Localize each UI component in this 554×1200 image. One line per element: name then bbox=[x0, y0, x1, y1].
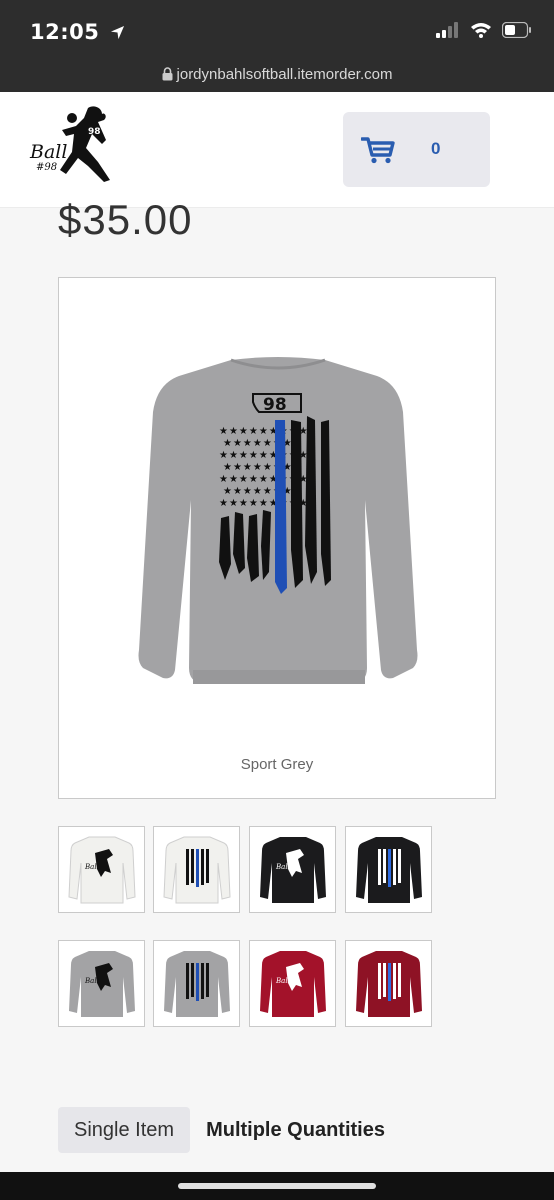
clock: 12:05 bbox=[30, 20, 100, 44]
logo-text: Ball bbox=[29, 141, 67, 163]
home-indicator[interactable] bbox=[178, 1183, 376, 1189]
sweatshirt-black-pitcher-image: Ball bbox=[260, 837, 326, 903]
cart-button[interactable]: 0 bbox=[343, 112, 490, 187]
sweatshirt-grey-pitcher-image: Ball bbox=[69, 951, 135, 1017]
sweatshirt-grey-flag-image bbox=[164, 951, 230, 1017]
signal-icon bbox=[436, 22, 458, 38]
svg-text:★★★★★★★★: ★★★★★★★★ bbox=[223, 438, 303, 449]
svg-text:Ball: Ball bbox=[275, 863, 290, 871]
multiple-quantities-button[interactable]: Multiple Quantities bbox=[190, 1107, 401, 1153]
cart-count: 0 bbox=[431, 139, 441, 158]
selected-color-caption: Sport Grey bbox=[240, 756, 314, 773]
thumbnail-cardinal-flag[interactable] bbox=[345, 940, 432, 1027]
product-image: 98 ★★★★★★★★★ ★★★★★★★★ ★★★★★★★★★ ★★★★★★★★… bbox=[138, 357, 418, 684]
location-arrow-icon bbox=[111, 25, 125, 40]
lock-icon bbox=[162, 67, 173, 81]
battery-icon bbox=[502, 22, 531, 38]
status-time: 12:05 bbox=[30, 20, 125, 44]
thumbnail-white-pitcher[interactable]: Ball bbox=[58, 826, 145, 913]
svg-text:Ball: Ball bbox=[84, 863, 99, 871]
status-icons bbox=[436, 22, 532, 38]
status-bar: 12:05 bbox=[0, 0, 554, 64]
svg-text:Ball: Ball bbox=[275, 977, 290, 985]
svg-text:★★★★★★★★: ★★★★★★★★ bbox=[223, 462, 303, 473]
sweatshirt-cardinal-flag-image bbox=[356, 951, 422, 1017]
site-logo[interactable]: Ball #98 98 bbox=[28, 104, 116, 184]
address-bar[interactable]: jordynbahlsoftball.itemorder.com bbox=[0, 64, 554, 92]
bottom-bar bbox=[0, 1172, 554, 1200]
thumbnail-grey-flag[interactable] bbox=[153, 940, 240, 1027]
print-number: 98 bbox=[263, 395, 287, 415]
svg-text:Ball: Ball bbox=[84, 977, 99, 985]
quantity-mode-toggle: Single Item Multiple Quantities bbox=[58, 1107, 401, 1153]
thumbnail-cardinal-pitcher[interactable]: Ball bbox=[249, 940, 336, 1027]
logo-number: #98 bbox=[36, 162, 57, 173]
site-header: Ball #98 98 0 bbox=[0, 92, 554, 208]
sweatshirt-white-flag-image bbox=[163, 836, 231, 904]
url-text: jordynbahlsoftball.itemorder.com bbox=[176, 66, 393, 83]
cart-icon bbox=[361, 137, 395, 164]
product-price: $35.00 bbox=[58, 196, 193, 243]
product-image-frame[interactable]: 98 ★★★★★★★★★ ★★★★★★★★ ★★★★★★★★★ ★★★★★★★★… bbox=[58, 277, 496, 799]
sweatshirt-cardinal-pitcher-image: Ball bbox=[260, 951, 326, 1017]
single-item-button[interactable]: Single Item bbox=[58, 1107, 191, 1153]
sweatshirt-white-pitcher-image: Ball bbox=[68, 836, 136, 904]
thin-blue-line bbox=[275, 420, 287, 594]
thumbnail-white-flag[interactable] bbox=[153, 826, 240, 913]
wifi-icon bbox=[471, 23, 491, 38]
thumbnail-black-pitcher[interactable]: Ball bbox=[249, 826, 336, 913]
svg-text:98: 98 bbox=[88, 127, 101, 137]
thumbnail-black-flag[interactable] bbox=[345, 826, 432, 913]
svg-text:★★★★★★★★: ★★★★★★★★ bbox=[223, 486, 303, 497]
thumbnail-grey-pitcher[interactable]: Ball bbox=[58, 940, 145, 1027]
sweatshirt-black-flag-image bbox=[356, 837, 422, 903]
